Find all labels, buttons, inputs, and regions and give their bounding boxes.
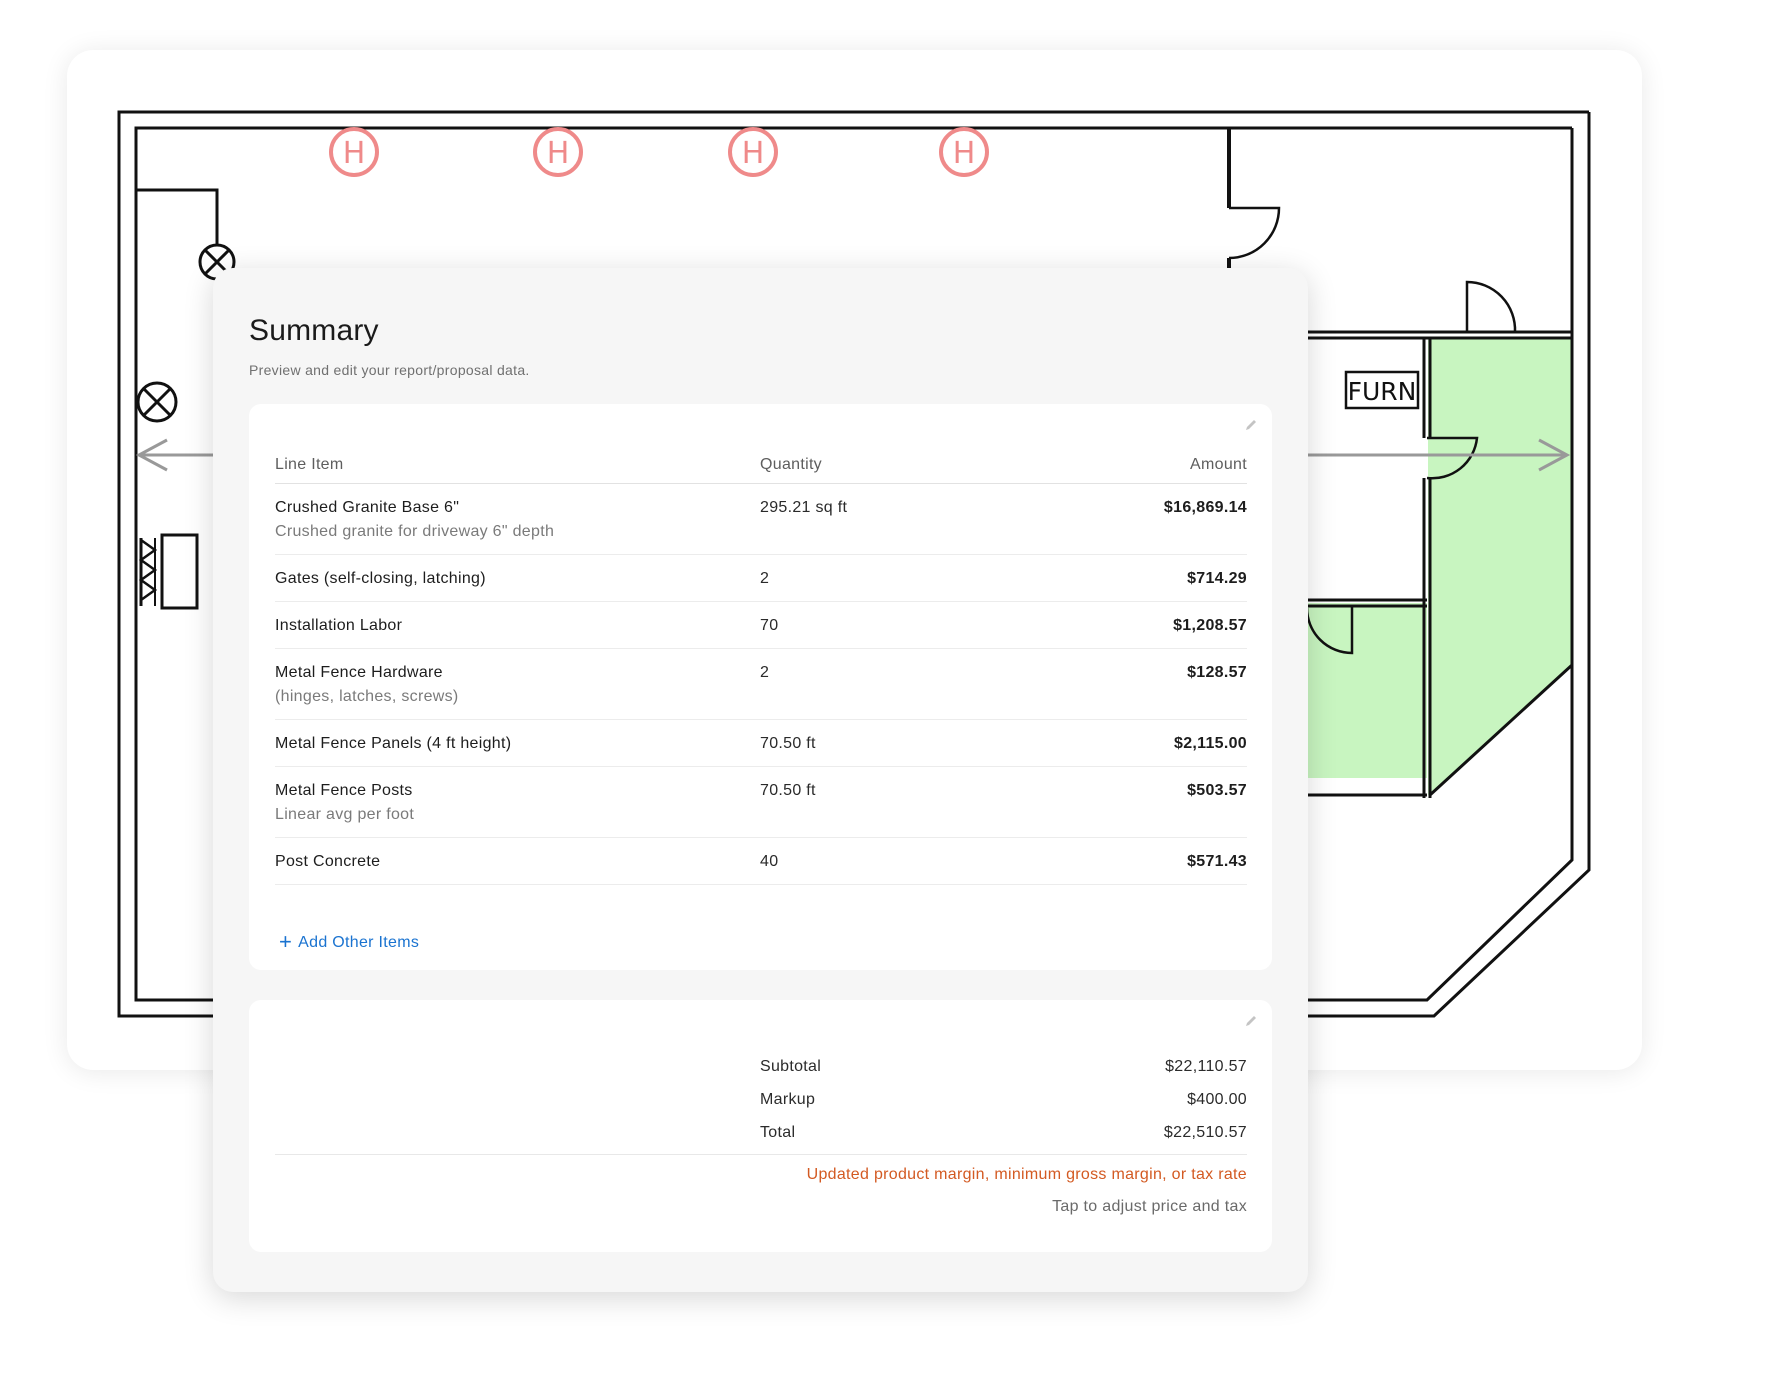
table-row[interactable]: Post Concrete 40 $571.43 xyxy=(275,838,1247,885)
light-fixture-icon xyxy=(136,381,178,423)
total-label: Total xyxy=(760,1124,796,1141)
total-row: Total $22,510.57 xyxy=(760,1124,1247,1144)
heater-icon: H xyxy=(533,127,583,177)
total-value: $22,510.57 xyxy=(1163,1124,1247,1141)
green-room-lower xyxy=(1307,603,1427,778)
left-closet-wall xyxy=(136,188,219,250)
row-quantity: 2 xyxy=(760,664,770,681)
row-item-name: Metal Fence Panels (4 ft height) xyxy=(275,735,512,752)
table-row[interactable]: Crushed Granite Base 6" Crushed granite … xyxy=(275,484,1247,555)
heater-icon: H xyxy=(939,127,989,177)
svg-text:H: H xyxy=(742,136,765,171)
heater-icon: H xyxy=(329,127,379,177)
line-items-card: Line Item Quantity Amount Crushed Granit… xyxy=(249,404,1272,970)
row-item-name: Crushed Granite Base 6" xyxy=(275,499,460,516)
row-item-name: Metal Fence Posts xyxy=(275,782,413,799)
door-swing-room-top xyxy=(1465,280,1517,333)
green-room-right xyxy=(1428,337,1572,795)
plus-icon: + xyxy=(279,929,293,954)
row-quantity: 2 xyxy=(760,570,770,587)
water-heater-icon xyxy=(138,533,199,610)
table-row[interactable]: Metal Fence Panels (4 ft height) 70.50 f… xyxy=(275,720,1247,767)
furnace-label: FURN xyxy=(1348,377,1417,406)
svg-text:H: H xyxy=(343,136,366,171)
row-amount: $571.43 xyxy=(1187,853,1247,870)
add-other-items-button[interactable]: + Add Other Items xyxy=(279,929,420,954)
row-quantity: 40 xyxy=(760,853,779,870)
row-amount: $1,208.57 xyxy=(1173,617,1247,634)
margin-warning-link[interactable]: Updated product margin, minimum gross ma… xyxy=(807,1166,1247,1184)
table-row[interactable]: Gates (self-closing, latching) 2 $714.29 xyxy=(275,555,1247,602)
add-other-items-label: Add Other Items xyxy=(298,934,420,951)
row-item-name: Gates (self-closing, latching) xyxy=(275,570,486,587)
summary-title: Summary xyxy=(249,314,379,347)
row-item-description: Linear avg per foot xyxy=(275,806,415,823)
markup-label: Markup xyxy=(760,1091,816,1108)
column-header-amount: Amount xyxy=(1190,456,1247,473)
markup-row: Markup $400.00 xyxy=(760,1091,1247,1111)
row-quantity: 70 xyxy=(760,617,779,634)
svg-text:H: H xyxy=(547,136,570,171)
subtotal-label: Subtotal xyxy=(760,1058,822,1075)
row-amount: $16,869.14 xyxy=(1163,499,1247,516)
heater-icon: H xyxy=(728,127,778,177)
row-item-name: Metal Fence Hardware xyxy=(275,664,443,681)
pencil-icon[interactable] xyxy=(1244,1014,1258,1028)
furnace-box: FURN xyxy=(1344,370,1420,410)
table-row[interactable]: Metal Fence Hardware (hinges, latches, s… xyxy=(275,649,1247,720)
row-item-name: Post Concrete xyxy=(275,853,381,870)
subtotal-row: Subtotal $22,110.57 xyxy=(760,1058,1247,1078)
summary-panel: Summary Preview and edit your report/pro… xyxy=(213,268,1308,1292)
summary-subtitle: Preview and edit your report/proposal da… xyxy=(249,362,530,378)
adjust-price-tax-link[interactable]: Tap to adjust price and tax xyxy=(1052,1198,1247,1216)
stage: FURN H H H H Summary Preview and edit yo… xyxy=(0,0,1769,1381)
totals-card: Subtotal $22,110.57 Markup $400.00 Total… xyxy=(249,1000,1272,1252)
row-item-description: Crushed granite for driveway 6" depth xyxy=(275,523,555,540)
table-row[interactable]: Metal Fence Posts Linear avg per foot 70… xyxy=(275,767,1247,838)
subtotal-value: $22,110.57 xyxy=(1165,1058,1247,1075)
row-amount: $503.57 xyxy=(1187,782,1247,799)
markup-value: $400.00 xyxy=(1187,1091,1247,1108)
row-item-description: (hinges, latches, screws) xyxy=(275,688,459,705)
row-amount: $128.57 xyxy=(1187,664,1247,681)
door-swing-top xyxy=(1228,206,1281,260)
table-header: Line Item Quantity Amount xyxy=(275,456,1247,484)
row-quantity: 295.21 sq ft xyxy=(760,499,848,516)
pencil-icon[interactable] xyxy=(1244,418,1258,432)
table-row[interactable]: Installation Labor 70 $1,208.57 xyxy=(275,602,1247,649)
row-item-name: Installation Labor xyxy=(275,617,403,634)
svg-text:H: H xyxy=(953,136,976,171)
divider xyxy=(275,1154,1247,1155)
row-amount: $714.29 xyxy=(1187,570,1247,587)
row-quantity: 70.50 ft xyxy=(760,735,816,752)
row-quantity: 70.50 ft xyxy=(760,782,816,799)
row-amount: $2,115.00 xyxy=(1174,735,1247,752)
column-header-line-item: Line Item xyxy=(275,456,344,473)
column-header-quantity: Quantity xyxy=(760,456,822,473)
